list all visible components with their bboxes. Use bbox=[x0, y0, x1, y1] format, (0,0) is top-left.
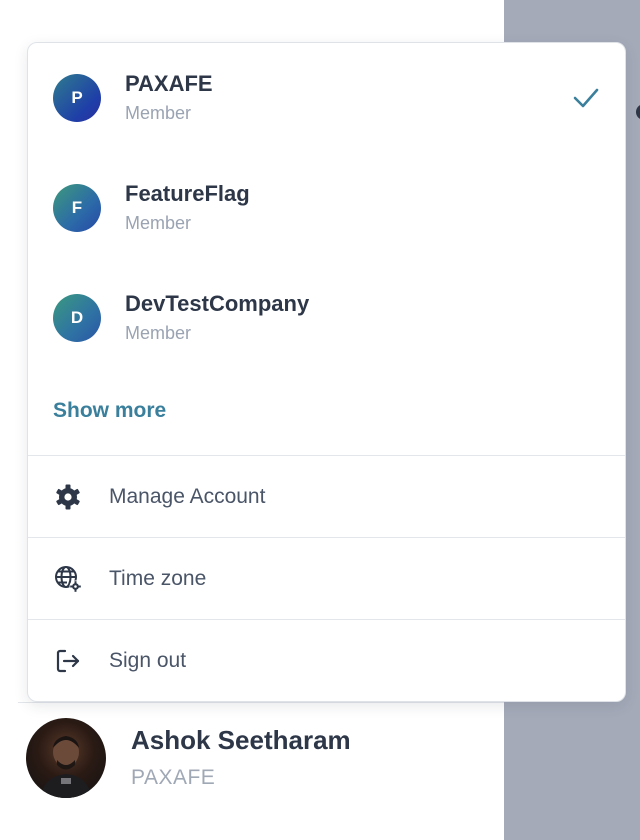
current-user-card[interactable]: Ashok Seetharam PAXAFE bbox=[26, 718, 351, 798]
time-zone-label: Time zone bbox=[109, 566, 207, 590]
checkmark-icon bbox=[573, 88, 599, 108]
organization-item-devtestcompany[interactable]: D DevTestCompany Member bbox=[28, 263, 625, 373]
organization-role: Member bbox=[125, 213, 192, 233]
time-zone-button[interactable]: Time zone bbox=[28, 537, 625, 619]
organization-text: DevTestCompany Member bbox=[125, 290, 309, 346]
organization-name: DevTestCompany bbox=[125, 291, 310, 316]
organization-avatar: F bbox=[53, 184, 101, 232]
user-avatar bbox=[26, 718, 106, 798]
sign-out-icon bbox=[53, 646, 83, 676]
gear-icon bbox=[53, 482, 83, 512]
sidebar-divider bbox=[18, 702, 504, 703]
organization-item-featureflag[interactable]: F FeatureFlag Member bbox=[28, 153, 625, 263]
organization-avatar: D bbox=[53, 294, 101, 342]
organization-role: Member bbox=[125, 323, 192, 343]
organization-text: PAXAFE Member bbox=[125, 70, 213, 126]
organization-avatar: P bbox=[53, 74, 101, 122]
sign-out-label: Sign out bbox=[109, 648, 187, 672]
organization-list: P PAXAFE Member F FeatureFlag Member D D… bbox=[28, 43, 625, 373]
show-more-link[interactable]: Show more bbox=[28, 373, 625, 455]
user-text: Ashok Seetharam PAXAFE bbox=[131, 723, 351, 793]
organization-text: FeatureFlag Member bbox=[125, 180, 250, 236]
sign-out-button[interactable]: Sign out bbox=[28, 619, 625, 701]
user-organization: PAXAFE bbox=[131, 766, 216, 789]
user-name: Ashok Seetharam bbox=[131, 725, 351, 755]
manage-account-label: Manage Account bbox=[109, 484, 266, 508]
organization-name: FeatureFlag bbox=[125, 181, 250, 206]
organization-role: Member bbox=[125, 103, 192, 123]
account-switcher-dropdown: P PAXAFE Member F FeatureFlag Member D D… bbox=[27, 42, 626, 702]
organization-item-paxafe[interactable]: P PAXAFE Member bbox=[28, 43, 625, 153]
globe-gear-icon bbox=[53, 564, 83, 594]
manage-account-button[interactable]: Manage Account bbox=[28, 455, 625, 537]
organization-name: PAXAFE bbox=[125, 71, 213, 96]
backdrop-partial-element bbox=[636, 104, 640, 120]
